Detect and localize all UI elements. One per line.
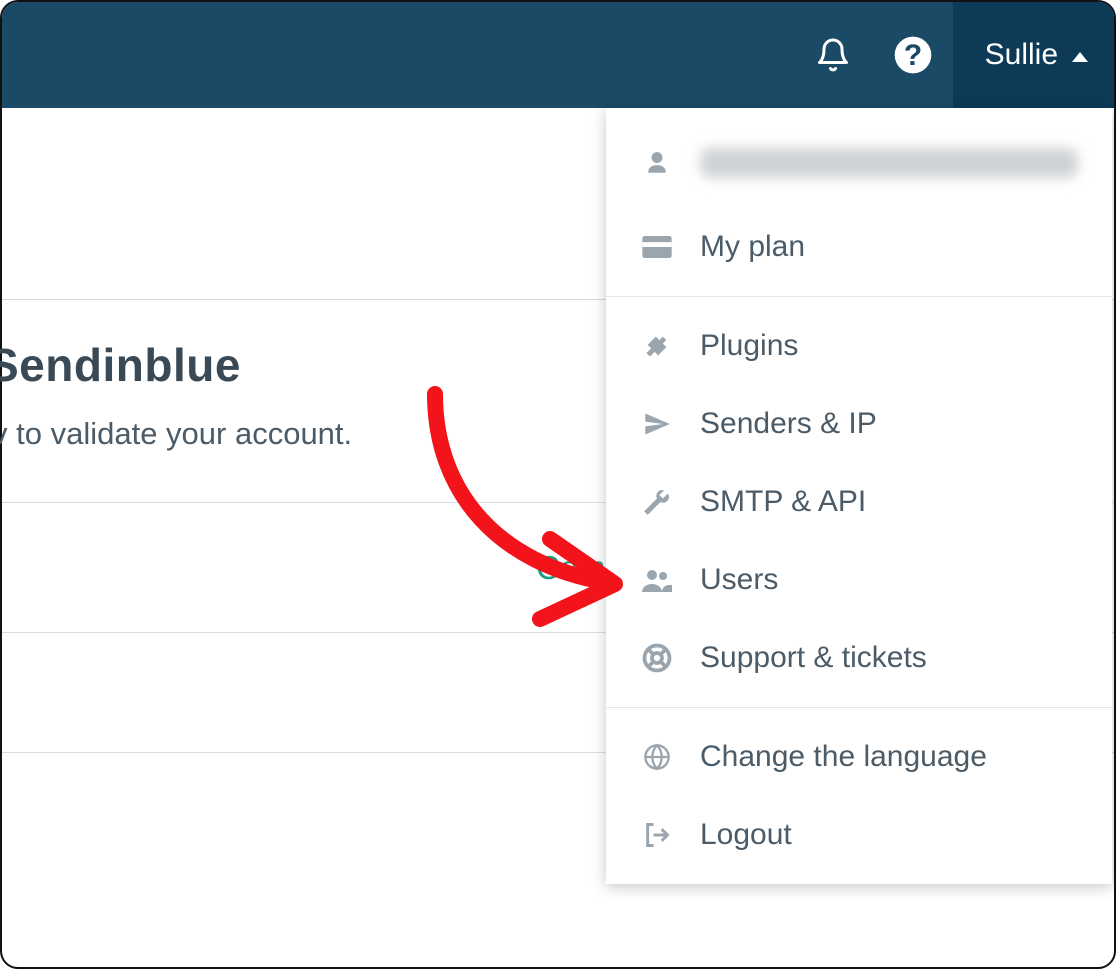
dropdown-item-label: My plan — [700, 230, 805, 264]
dropdown-item-label: Users — [700, 563, 778, 597]
help-icon: ? — [893, 35, 933, 75]
dropdown-item-support[interactable]: Support & tickets — [606, 619, 1112, 697]
dropdown-item-email[interactable] — [606, 118, 1112, 208]
bell-icon — [815, 35, 851, 75]
dropdown-item-users[interactable]: Users — [606, 541, 1112, 619]
dropdown-item-label: Plugins — [700, 329, 798, 363]
plug-icon — [640, 332, 674, 360]
dropdown-item-label: Senders & IP — [700, 407, 877, 441]
dropdown-item-language[interactable]: Change the language — [606, 718, 1112, 796]
globe-icon — [640, 743, 674, 771]
top-header: ? Sullie — [2, 2, 1114, 108]
dropdown-item-senders[interactable]: Senders & IP — [606, 385, 1112, 463]
dropdown-item-myplan[interactable]: My plan — [606, 208, 1112, 286]
dropdown-item-label: Logout — [700, 818, 792, 852]
lifebuoy-icon — [640, 643, 674, 673]
dropdown-item-label: Change the language — [700, 740, 987, 774]
dropdown-section-account: My plan — [606, 108, 1112, 297]
account-email-blurred — [700, 148, 1078, 178]
svg-text:?: ? — [903, 39, 921, 72]
dropdown-section-misc: Change the language Logout — [606, 708, 1112, 884]
user-dropdown: My plan Plugins Senders & IP SMTP & — [606, 108, 1112, 884]
page-content: Sendinblue v to validate your account. C… — [2, 108, 1114, 967]
logout-icon — [640, 821, 674, 849]
caret-up-icon — [1072, 52, 1088, 62]
dropdown-item-label: Support & tickets — [700, 641, 927, 675]
dropdown-item-smtp[interactable]: SMTP & API — [606, 463, 1112, 541]
help-button[interactable]: ? — [873, 2, 953, 108]
card-icon — [640, 236, 674, 258]
dropdown-item-plugins[interactable]: Plugins — [606, 307, 1112, 385]
user-menu-button[interactable]: Sullie — [953, 2, 1114, 108]
username-label: Sullie — [985, 38, 1058, 72]
dropdown-section-tools: Plugins Senders & IP SMTP & API Users — [606, 297, 1112, 708]
send-icon — [640, 410, 674, 438]
dropdown-item-label: SMTP & API — [700, 485, 866, 519]
wrench-icon — [640, 488, 674, 516]
notification-bell-button[interactable] — [793, 2, 873, 108]
dropdown-item-logout[interactable]: Logout — [606, 796, 1112, 874]
user-icon — [640, 149, 674, 177]
users-icon — [640, 568, 674, 592]
